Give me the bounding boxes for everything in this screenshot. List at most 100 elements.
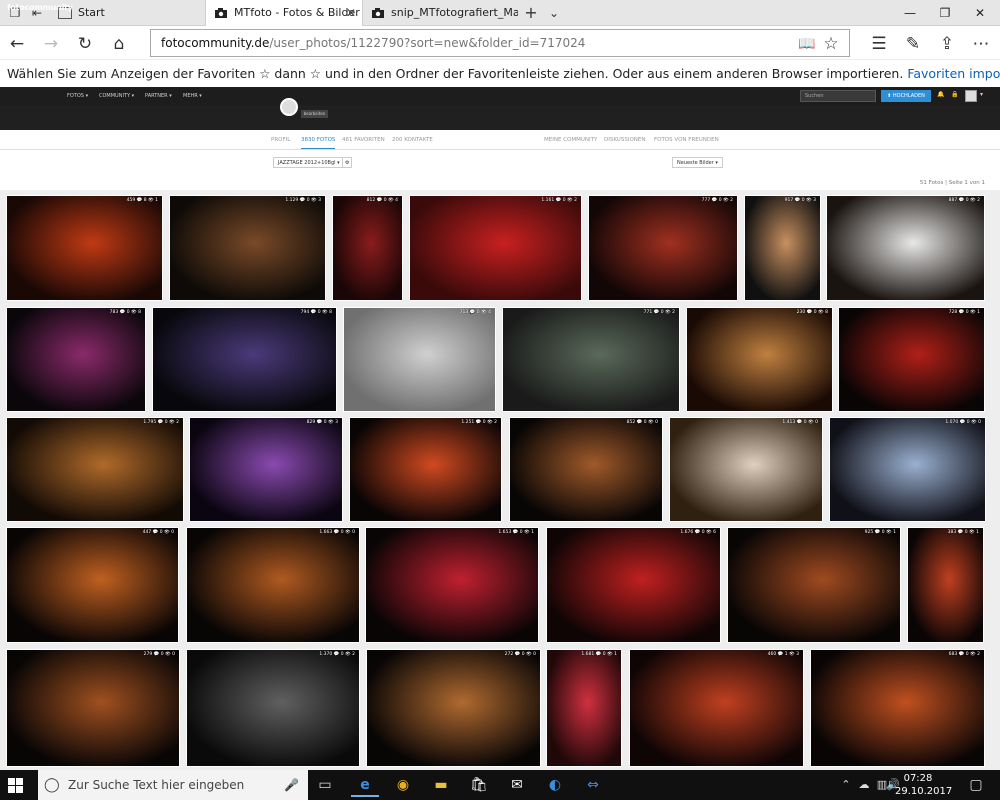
tab-meine-community[interactable]: MEINE COMMUNITY bbox=[544, 137, 597, 143]
settings-gear-icon[interactable]: ⚙ bbox=[342, 157, 353, 168]
photo-thumbnail[interactable]: 683 💬 0 👁 2 bbox=[810, 649, 985, 767]
photo-thumbnail[interactable]: 852 💬 0 👁 0 bbox=[509, 417, 663, 522]
photo-thumbnail[interactable]: 1.663 💬 0 👁 0 bbox=[186, 527, 360, 643]
folder-select[interactable]: JAZZTAGE 2012+10Bgl ▾ bbox=[273, 157, 345, 168]
photo-stats: 230 💬 0 👁 8 bbox=[796, 310, 828, 315]
user-avatar[interactable] bbox=[965, 90, 977, 102]
minimize-button[interactable]: — bbox=[895, 0, 925, 26]
nav-community[interactable]: COMMUNITY ▾ bbox=[99, 87, 134, 105]
site-logo[interactable]: fotocommunity bbox=[7, 3, 73, 12]
import-favorites-link[interactable]: Favoriten importieren bbox=[907, 66, 1000, 81]
photo-thumbnail[interactable]: 383 💬 0 👁 1 bbox=[907, 527, 984, 643]
address-bar[interactable]: fotocommunity.de/user_photos/1122790?sor… bbox=[150, 29, 850, 57]
photo-stats: 1.070 💬 0 👁 0 bbox=[945, 420, 981, 425]
photo-thumbnail[interactable]: 783 💬 0 👁 8 bbox=[6, 307, 146, 412]
photo-thumbnail[interactable]: 713 💬 0 👁 4 bbox=[343, 307, 496, 412]
taskbar-clock[interactable]: 07:28 29.10.2017 bbox=[895, 772, 953, 798]
photo-thumbnail[interactable]: 771 💬 0 👁 2 bbox=[502, 307, 680, 412]
tab-fotos-von-freunden[interactable]: FOTOS VON FREUNDEN bbox=[654, 137, 719, 143]
photo-thumbnail[interactable]: 1.161 💬 0 👁 2 bbox=[409, 195, 582, 301]
action-center-icon[interactable]: ▢ bbox=[962, 773, 990, 797]
tab-mtfoto[interactable]: MTfoto - Fotos & Bilder ✕ bbox=[205, 0, 363, 26]
photo-thumbnail[interactable]: 794 💬 0 👁 8 bbox=[152, 307, 337, 412]
maximize-button[interactable]: ❐ bbox=[930, 0, 960, 26]
photo-thumbnail[interactable]: 925 💬 0 👁 1 bbox=[727, 527, 901, 643]
photo-thumbnail[interactable]: 1.681 💬 0 👁 1 bbox=[546, 649, 622, 767]
photo-thumbnail[interactable]: 1.070 💬 0 👁 0 bbox=[829, 417, 986, 522]
clock-date: 29.10.2017 bbox=[895, 786, 953, 797]
photo-thumbnail[interactable]: 1.129 💬 0 👁 3 bbox=[169, 195, 326, 301]
mail-icon[interactable]: ✉ bbox=[503, 773, 531, 797]
favorites-hint: Wählen Sie zum Anzeigen der Favoriten ☆ … bbox=[7, 66, 904, 81]
photo-thumbnail[interactable]: 777 💬 0 👁 2 bbox=[588, 195, 738, 301]
tab-list-icon[interactable]: ⌄ bbox=[545, 4, 563, 22]
sort-select[interactable]: Neueste Bilder ▾ bbox=[672, 157, 723, 168]
url-path: /user_photos/1122790?sort=new&folder_id=… bbox=[269, 36, 586, 50]
photo-thumbnail[interactable]: 1.795 💬 0 👁 2 bbox=[6, 417, 184, 522]
new-tab-button[interactable]: + bbox=[522, 4, 540, 22]
tab-snip[interactable]: snip_MTfotografiert_Marvin bbox=[363, 0, 518, 26]
photo-stats: 447 💬 0 👁 0 bbox=[142, 530, 174, 535]
refresh-icon[interactable]: ↻ bbox=[74, 33, 96, 55]
back-arrow-icon[interactable]: ← bbox=[6, 33, 28, 55]
chevron-down-icon[interactable]: ▾ bbox=[980, 91, 983, 98]
task-view-icon[interactable]: ▭ bbox=[311, 773, 339, 797]
home-icon[interactable]: ⌂ bbox=[108, 33, 130, 55]
photo-thumbnail[interactable]: 1.413 💬 0 👁 0 bbox=[669, 417, 823, 522]
windows-start-icon[interactable] bbox=[8, 778, 23, 793]
photo-thumbnail[interactable]: 230 💬 0 👁 8 bbox=[686, 307, 833, 412]
nav-mehr[interactable]: MEHR ▾ bbox=[183, 87, 202, 105]
tab-diskussionen[interactable]: DISKUSSIONEN bbox=[604, 137, 645, 143]
edit-profile-button[interactable]: bearbeiten bbox=[301, 110, 328, 118]
photo-thumbnail[interactable]: 812 💬 0 👁 4 bbox=[332, 195, 403, 301]
taskbar-search-placeholder: Zur Suche Text hier eingeben bbox=[68, 778, 245, 792]
tab-favoriten[interactable]: 461 FAVORITEN bbox=[342, 137, 385, 143]
nav-fotos[interactable]: FOTOS ▾ bbox=[67, 87, 88, 105]
photo-stats: 794 💬 0 👁 8 bbox=[300, 310, 332, 315]
photo-thumbnail[interactable]: 728 💬 0 👁 1 bbox=[838, 307, 985, 412]
notification-bell-icon[interactable]: 🔔 bbox=[937, 91, 944, 98]
tab-fotos[interactable]: 3830 FOTOS bbox=[301, 137, 336, 149]
photo-thumbnail[interactable]: 272 💬 0 👁 0 bbox=[366, 649, 541, 767]
site-search-input[interactable]: Suchen bbox=[800, 90, 876, 102]
favorite-star-icon[interactable]: ☆ bbox=[820, 33, 842, 55]
photo-stats: 728 💬 0 👁 1 bbox=[948, 310, 980, 315]
close-window-button[interactable]: ✕ bbox=[965, 0, 995, 26]
pen-icon[interactable]: ✎ bbox=[902, 33, 924, 55]
tab-start[interactable]: Start bbox=[50, 0, 205, 26]
photo-thumbnail[interactable]: 279 💬 0 👁 0 bbox=[6, 649, 180, 767]
photo-thumbnail[interactable]: 460 💬 1 👁 3 bbox=[629, 649, 804, 767]
share-icon[interactable]: ⇪ bbox=[936, 33, 958, 55]
photo-thumbnail[interactable]: 459 💬 8 👁 1 bbox=[6, 195, 163, 301]
photo-thumbnail[interactable]: 1.676 💬 0 👁 6 bbox=[546, 527, 721, 643]
photo-stats: 1.681 💬 0 👁 1 bbox=[581, 652, 617, 657]
file-explorer-icon[interactable]: ▬ bbox=[427, 773, 455, 797]
upload-button[interactable]: ⬆ HOCHLADEN bbox=[881, 90, 931, 102]
teamviewer-icon[interactable]: ⇔ bbox=[579, 773, 607, 797]
close-tab-icon[interactable]: ✕ bbox=[346, 0, 356, 26]
photo-thumbnail[interactable]: 1.370 💬 0 👁 2 bbox=[186, 649, 360, 767]
forward-arrow-icon[interactable]: → bbox=[40, 33, 62, 55]
photo-thumbnail[interactable]: 447 💬 0 👁 0 bbox=[6, 527, 179, 643]
hub-icon[interactable]: ☰ bbox=[868, 33, 890, 55]
photo-thumbnail[interactable]: 917 💬 0 👁 3 bbox=[744, 195, 821, 301]
reading-view-icon[interactable]: 📖 bbox=[796, 33, 818, 55]
nav-partner[interactable]: PARTNER ▾ bbox=[145, 87, 172, 105]
camera-icon bbox=[215, 8, 227, 18]
profile-avatar[interactable] bbox=[280, 98, 298, 116]
photo-thumbnail[interactable]: 829 💬 0 👁 3 bbox=[189, 417, 343, 522]
app-icon[interactable]: ◐ bbox=[541, 773, 569, 797]
photo-thumbnail[interactable]: 1.251 💬 0 👁 2 bbox=[349, 417, 502, 522]
lock-icon[interactable]: 🔒 bbox=[951, 91, 958, 98]
tab-kontakte[interactable]: 200 KONTAKTE bbox=[392, 137, 433, 143]
photo-stats: 1.129 💬 0 👁 3 bbox=[285, 198, 321, 203]
taskbar-search-input[interactable]: ◯ Zur Suche Text hier eingeben 🎤 bbox=[38, 770, 308, 800]
edge-browser-icon[interactable]: e bbox=[351, 773, 379, 797]
more-icon[interactable]: ⋯ bbox=[970, 33, 992, 55]
photo-thumbnail[interactable]: 1.653 💬 0 👁 1 bbox=[365, 527, 539, 643]
chrome-icon[interactable]: ◉ bbox=[389, 773, 417, 797]
photo-thumbnail[interactable]: 887 💬 0 👁 2 bbox=[826, 195, 985, 301]
store-icon[interactable]: 🛍 bbox=[465, 773, 493, 797]
microphone-icon[interactable]: 🎤 bbox=[284, 770, 299, 800]
tab-profil[interactable]: PROFIL bbox=[271, 137, 290, 143]
